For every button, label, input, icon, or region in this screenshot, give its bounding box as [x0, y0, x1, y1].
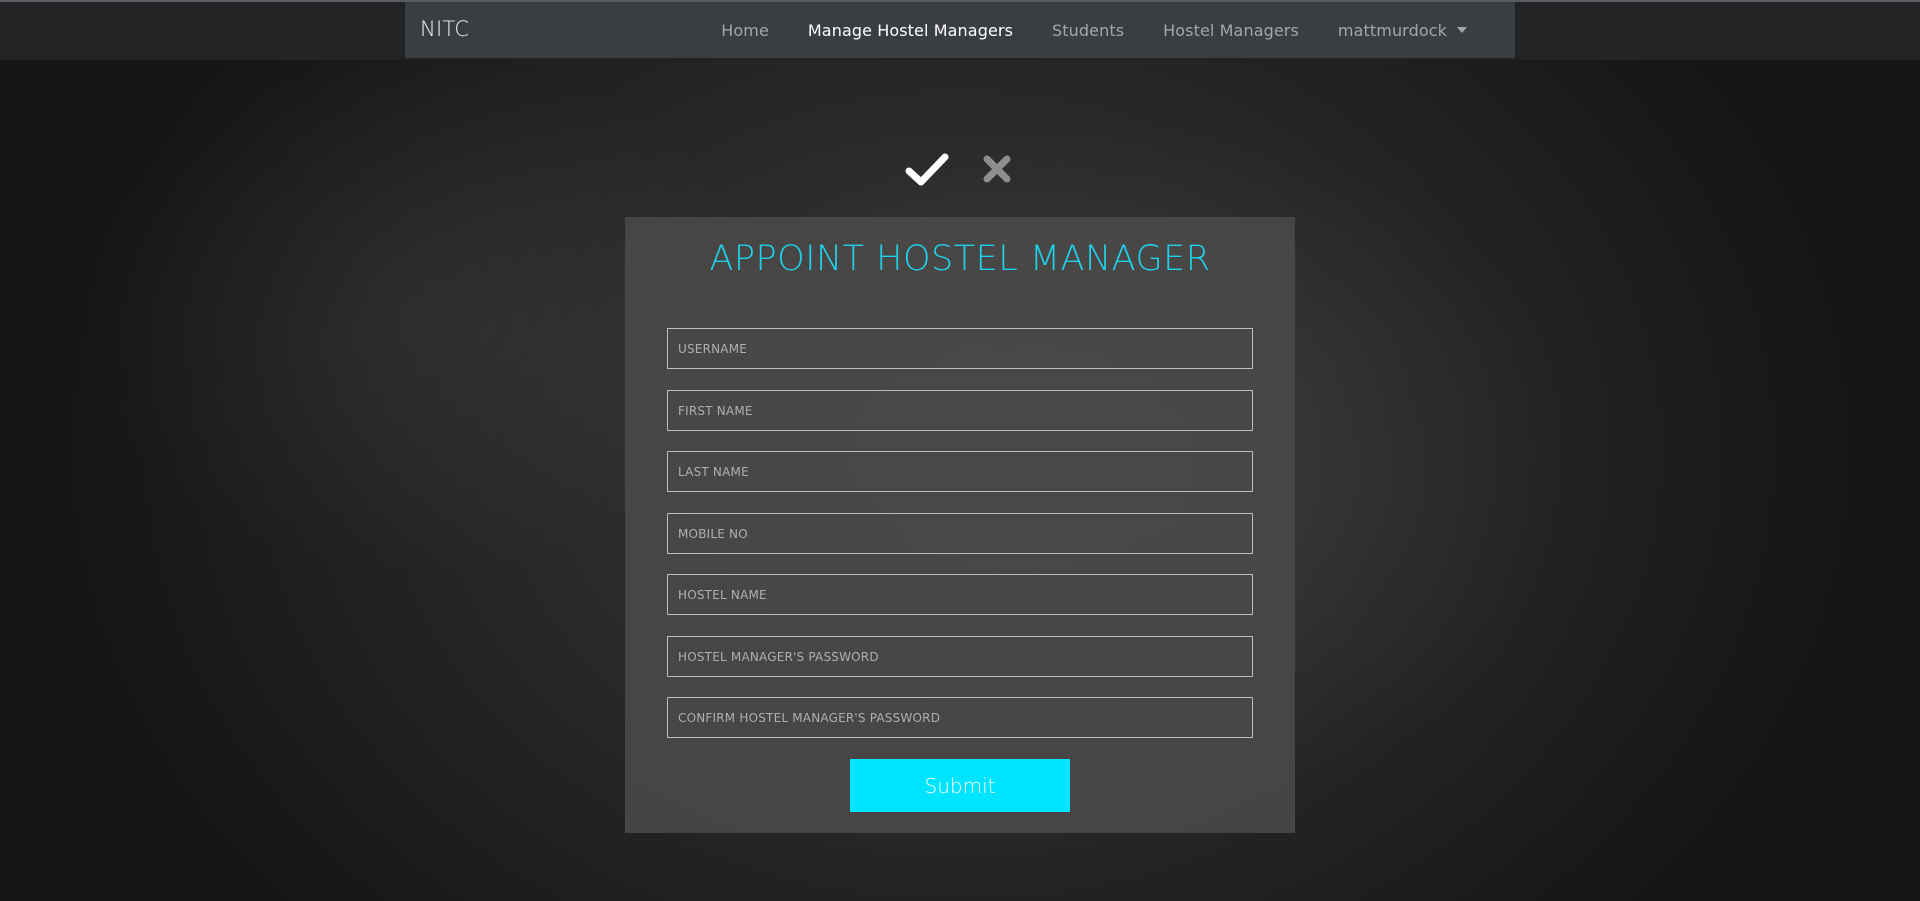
- user-menu-label: mattmurdock: [1337, 20, 1447, 40]
- user-menu-dropdown[interactable]: mattmurdock: [1338, 21, 1467, 40]
- first-name-input[interactable]: [667, 390, 1253, 431]
- confirm-password-input[interactable]: [667, 697, 1253, 738]
- password-input[interactable]: [667, 636, 1253, 677]
- nav-link-hostel-managers[interactable]: Hostel Managers: [1163, 21, 1299, 40]
- nav-link-students[interactable]: Students: [1052, 21, 1124, 40]
- close-icon[interactable]: [982, 154, 1012, 184]
- hostel-name-input[interactable]: [667, 574, 1253, 615]
- check-icon[interactable]: [905, 152, 949, 188]
- form-title: APPOINT HOSTEL MANAGER: [709, 239, 1211, 279]
- last-name-input[interactable]: [667, 451, 1253, 492]
- username-input[interactable]: [667, 328, 1253, 369]
- nav-link-home[interactable]: Home: [721, 21, 769, 40]
- status-icons: [905, 152, 1015, 188]
- appoint-manager-card: APPOINT HOSTEL MANAGER Submit: [625, 217, 1295, 833]
- navbar: NITC Home Manage Hostel Managers Student…: [405, 2, 1515, 58]
- brand-link[interactable]: NITC: [420, 17, 469, 41]
- caret-down-icon: [1457, 26, 1467, 33]
- submit-button[interactable]: Submit: [850, 759, 1070, 812]
- nav-link-manage-hostel-managers[interactable]: Manage Hostel Managers: [808, 21, 1013, 40]
- mobile-no-input[interactable]: [667, 513, 1253, 554]
- nav-links: Home Manage Hostel Managers Students Hos…: [682, 2, 1467, 58]
